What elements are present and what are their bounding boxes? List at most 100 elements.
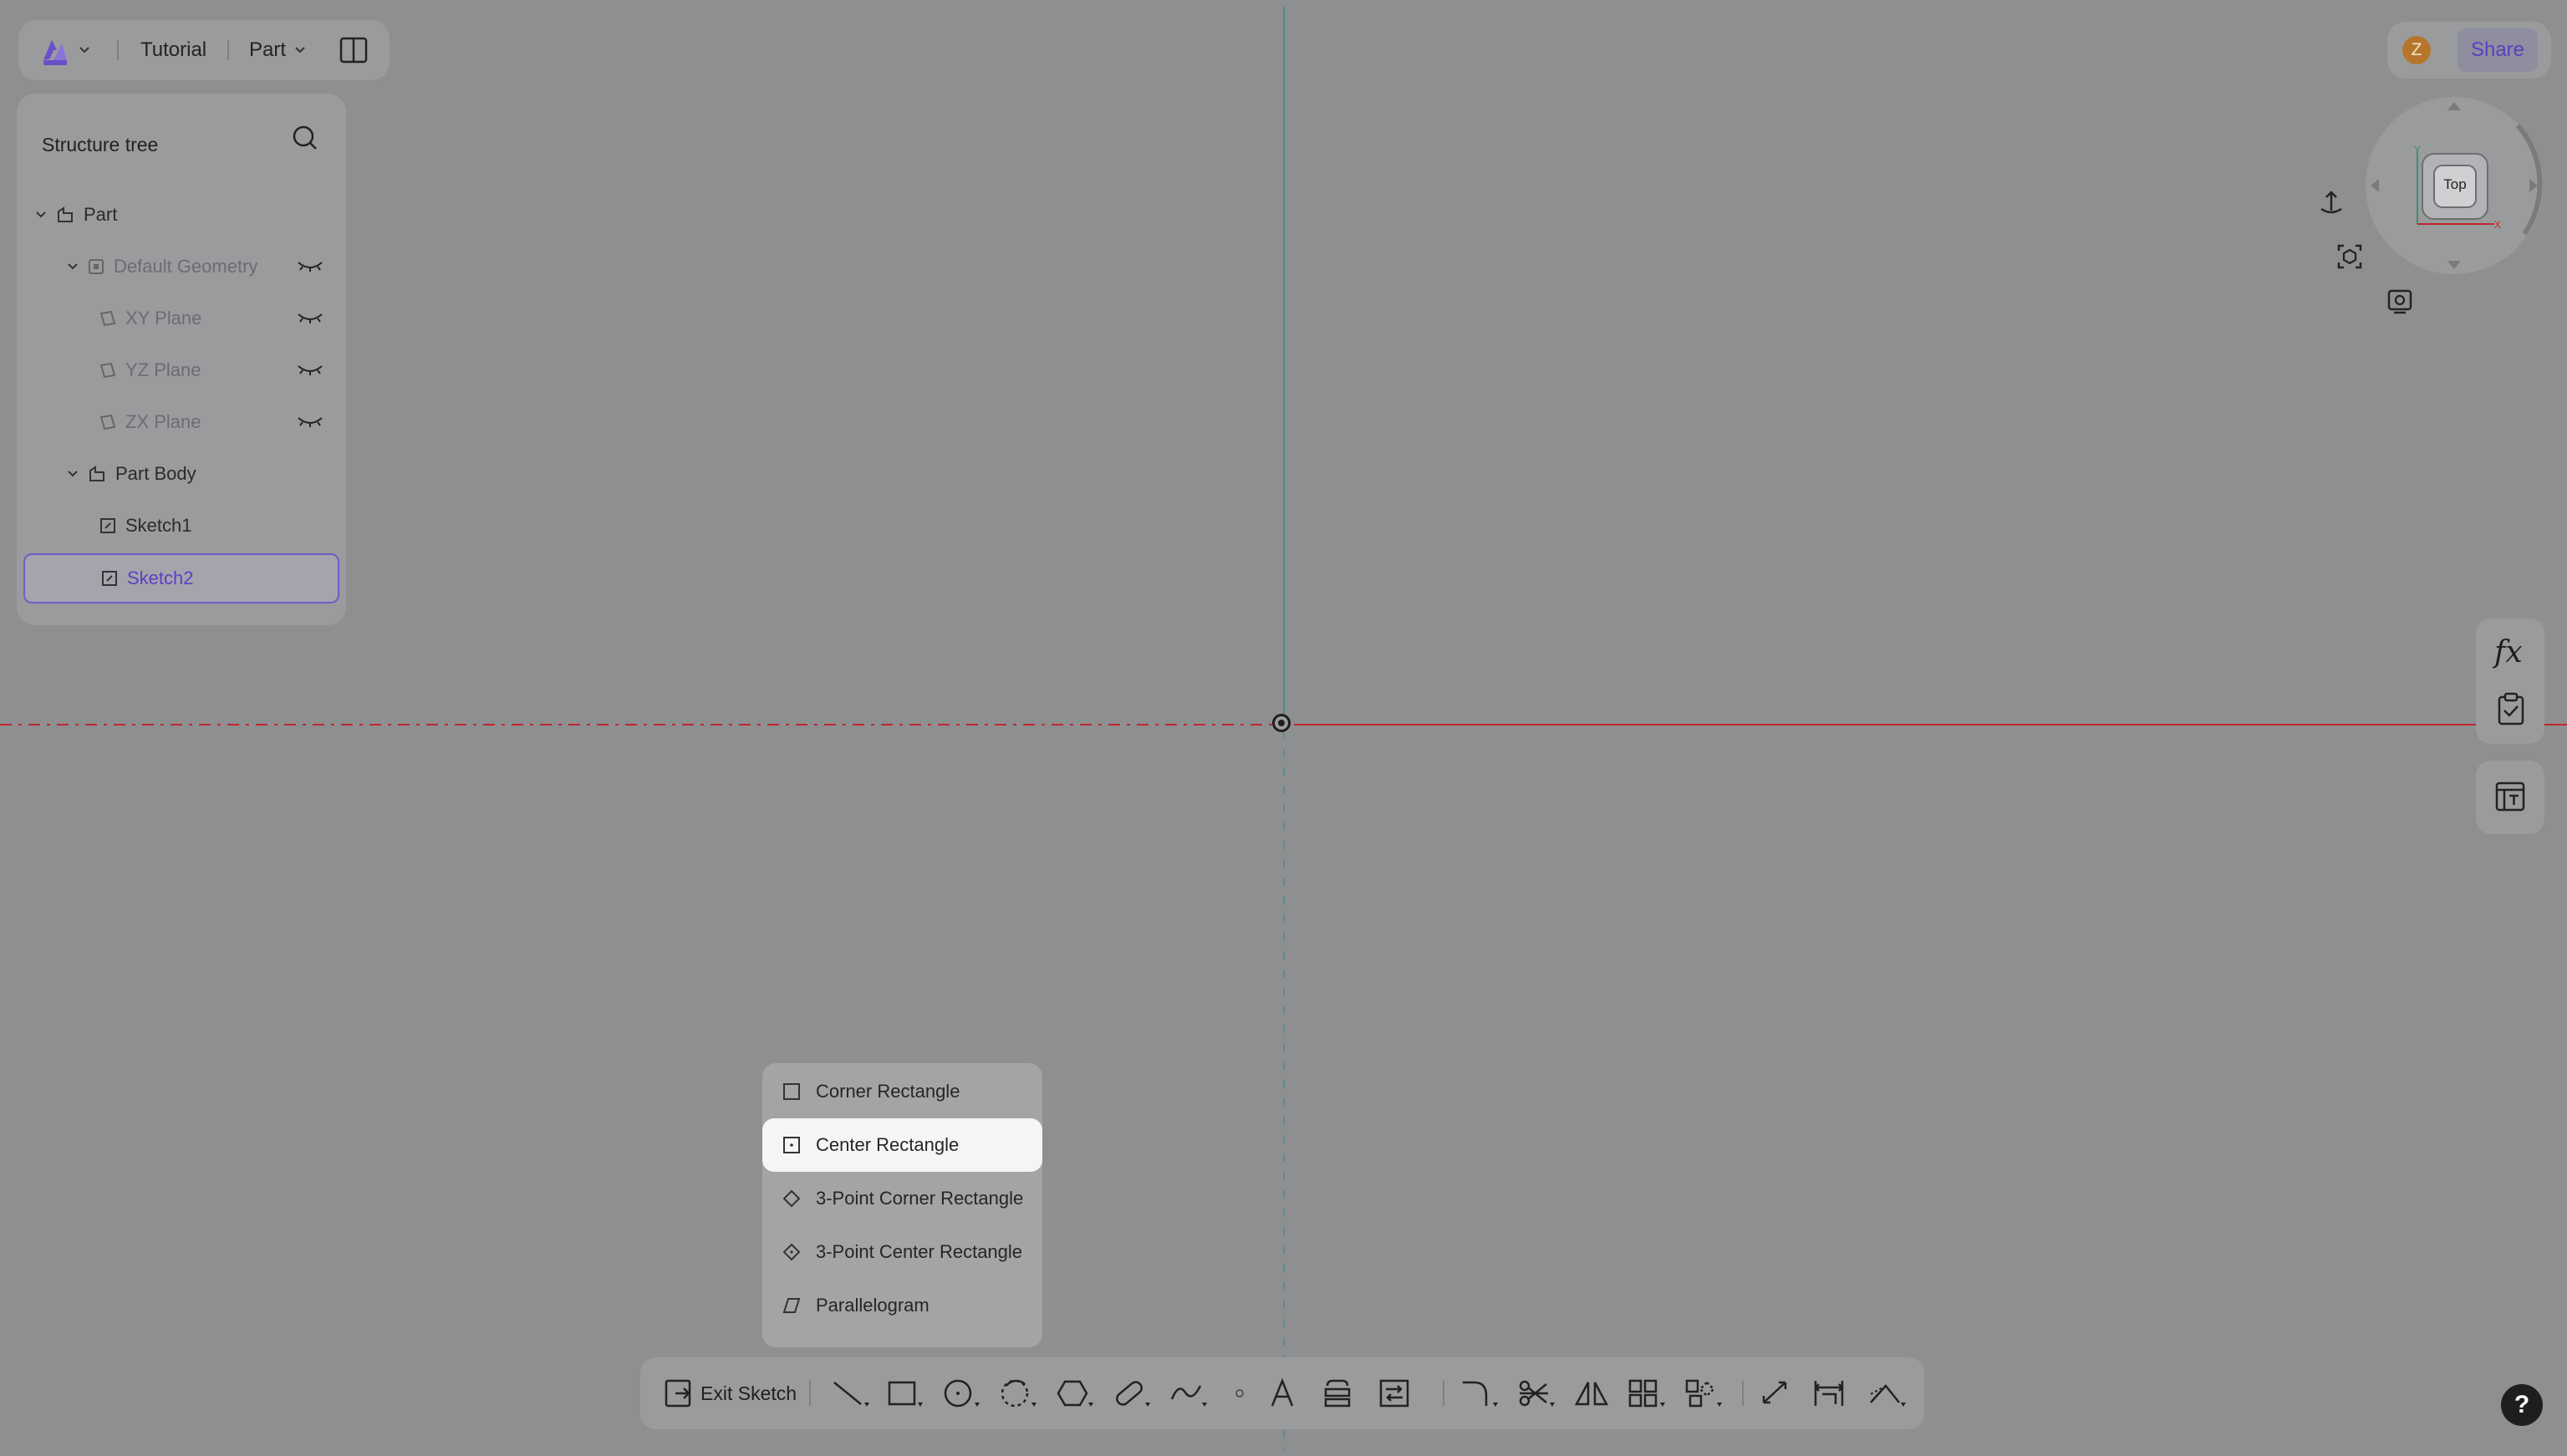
sketch-icon bbox=[100, 518, 115, 533]
view-face-label: Top bbox=[2443, 176, 2467, 192]
menu-item-corner-rectangle[interactable]: Corner Rectangle bbox=[762, 1065, 1042, 1118]
share-group: Z Share bbox=[2387, 22, 2551, 79]
tree-item-label: Sketch1 bbox=[125, 515, 192, 536]
hidden-eye-icon[interactable] bbox=[296, 413, 324, 430]
divider bbox=[1742, 1381, 1744, 1406]
constraint-tool-icon[interactable] bbox=[1812, 1377, 1846, 1409]
menu-item-3point-center-rectangle[interactable]: 3-Point Center Rectangle bbox=[762, 1225, 1042, 1279]
mode-label: Part bbox=[249, 38, 287, 61]
share-button[interactable]: Share bbox=[2457, 28, 2538, 72]
divider bbox=[227, 40, 229, 60]
toggle-panel-button[interactable] bbox=[339, 20, 368, 80]
pattern-tool-icon[interactable] bbox=[1627, 1377, 1670, 1409]
menu-item-center-rectangle[interactable]: Center Rectangle bbox=[762, 1118, 1042, 1172]
sketch-icon bbox=[102, 571, 117, 586]
menu-item-label: Parallelogram bbox=[816, 1295, 930, 1316]
menu-item-label: Corner Rectangle bbox=[816, 1081, 960, 1102]
parallelogram-icon bbox=[782, 1296, 801, 1315]
y-axis-label: Y bbox=[2414, 144, 2422, 155]
slot-tool-icon[interactable] bbox=[1112, 1377, 1155, 1409]
formula-icon: fx bbox=[2494, 635, 2523, 669]
tree-item-part-body[interactable]: Part Body bbox=[25, 450, 339, 498]
hidden-eye-icon[interactable] bbox=[296, 309, 324, 326]
hidden-eye-icon[interactable] bbox=[296, 257, 324, 274]
menu-item-label: 3-Point Corner Rectangle bbox=[816, 1188, 1024, 1209]
tree-item-sketch1[interactable]: Sketch1 bbox=[25, 501, 339, 550]
dimension-tool-icon[interactable] bbox=[1759, 1377, 1792, 1409]
menu-item-label: Center Rectangle bbox=[816, 1134, 960, 1155]
project-name[interactable]: Tutorial bbox=[140, 20, 206, 80]
construction-tool-icon[interactable] bbox=[1867, 1377, 1911, 1409]
text-tool-icon[interactable] bbox=[1266, 1377, 1299, 1409]
trim-tool-icon[interactable] bbox=[1516, 1377, 1560, 1409]
tree-item-label: ZX Plane bbox=[125, 411, 201, 432]
exit-sketch-button[interactable]: Exit Sketch bbox=[664, 1377, 797, 1409]
move-copy-tool-icon[interactable] bbox=[1683, 1377, 1727, 1409]
x-axis-label: X bbox=[2494, 219, 2502, 231]
sidebar-toggle-icon bbox=[339, 37, 368, 64]
tree-item-label: Part Body bbox=[115, 463, 196, 484]
tree-item-yz-plane[interactable]: YZ Plane bbox=[25, 346, 339, 395]
tree-item-default-geometry[interactable]: Default Geometry bbox=[25, 242, 339, 291]
square-icon bbox=[782, 1082, 801, 1101]
point-tool-icon[interactable] bbox=[1227, 1377, 1252, 1409]
chevron-down-icon bbox=[79, 47, 89, 53]
pan-icon[interactable] bbox=[2317, 189, 2345, 219]
circle-tool-icon[interactable] bbox=[941, 1377, 985, 1409]
tree-item-label: Default Geometry bbox=[114, 256, 258, 277]
tree-item-part[interactable]: Part bbox=[25, 191, 339, 239]
view-cube[interactable]: Top Y X bbox=[2361, 92, 2548, 279]
rectangle-tool-icon[interactable] bbox=[884, 1377, 928, 1409]
x-axis-negative-line bbox=[0, 724, 1272, 725]
mode-dropdown[interactable]: Part bbox=[249, 20, 308, 80]
mirror-tool-icon[interactable] bbox=[1573, 1377, 1610, 1409]
header-bar: Tutorial Part bbox=[18, 20, 390, 80]
help-button[interactable]: ? bbox=[2501, 1384, 2543, 1426]
origin-point[interactable] bbox=[1272, 714, 1291, 732]
chevron-down-icon bbox=[68, 263, 78, 270]
geometry-icon bbox=[89, 259, 104, 274]
right-rail-top: fx bbox=[2476, 619, 2544, 744]
fit-view-icon[interactable] bbox=[2335, 242, 2364, 271]
exit-sketch-icon bbox=[665, 1379, 691, 1408]
chevron-down-icon bbox=[36, 211, 46, 218]
spline-tool-icon[interactable] bbox=[1169, 1377, 1212, 1409]
search-icon[interactable] bbox=[291, 124, 319, 152]
tree-item-xy-plane[interactable]: XY Plane bbox=[25, 294, 339, 343]
tree-item-zx-plane[interactable]: ZX Plane bbox=[25, 398, 339, 446]
parameters-table-icon[interactable] bbox=[2494, 781, 2526, 812]
chevron-down-icon bbox=[295, 47, 305, 53]
avatar[interactable]: Z bbox=[2402, 36, 2431, 64]
offset-tool-icon[interactable] bbox=[1321, 1377, 1354, 1409]
render-mode-icon[interactable] bbox=[2386, 288, 2414, 316]
formula-button[interactable]: fx bbox=[2494, 635, 2523, 669]
tree-item-sketch2[interactable]: Sketch2 bbox=[23, 553, 339, 603]
diamond-icon bbox=[782, 1189, 801, 1208]
y-axis-line bbox=[1283, 7, 1285, 722]
divider bbox=[1443, 1381, 1444, 1406]
arc-tool-icon[interactable] bbox=[998, 1377, 1042, 1409]
app-logo-icon bbox=[43, 40, 67, 65]
menu-item-label: 3-Point Center Rectangle bbox=[816, 1241, 1023, 1262]
tree-item-label: Part bbox=[84, 204, 118, 225]
right-rail-bottom bbox=[2476, 761, 2544, 834]
tree-item-label: YZ Plane bbox=[125, 359, 201, 380]
fillet-tool-icon[interactable] bbox=[1459, 1377, 1503, 1409]
divider bbox=[809, 1381, 811, 1406]
menu-item-parallelogram[interactable]: Parallelogram bbox=[762, 1279, 1042, 1332]
plane-icon bbox=[99, 310, 116, 327]
tree-item-label: XY Plane bbox=[125, 308, 202, 328]
menu-item-3point-corner-rectangle[interactable]: 3-Point Corner Rectangle bbox=[762, 1172, 1042, 1225]
line-tool-icon[interactable] bbox=[829, 1377, 873, 1409]
sketch-toolbar: Exit Sketch bbox=[640, 1357, 1924, 1429]
rectangle-tool-menu: Corner Rectangle Center Rectangle 3-Poin… bbox=[762, 1063, 1042, 1347]
plane-icon bbox=[99, 414, 116, 430]
clipboard-check-icon[interactable] bbox=[2496, 692, 2526, 725]
diamond-icon bbox=[782, 1243, 801, 1261]
tree-item-label: Sketch2 bbox=[127, 568, 194, 588]
transform-tool-icon[interactable] bbox=[1378, 1377, 1411, 1409]
hidden-eye-icon[interactable] bbox=[296, 361, 324, 378]
app-menu-button[interactable] bbox=[38, 20, 92, 80]
polygon-tool-icon[interactable] bbox=[1055, 1377, 1098, 1409]
structure-tree-title: Structure tree bbox=[42, 134, 159, 155]
